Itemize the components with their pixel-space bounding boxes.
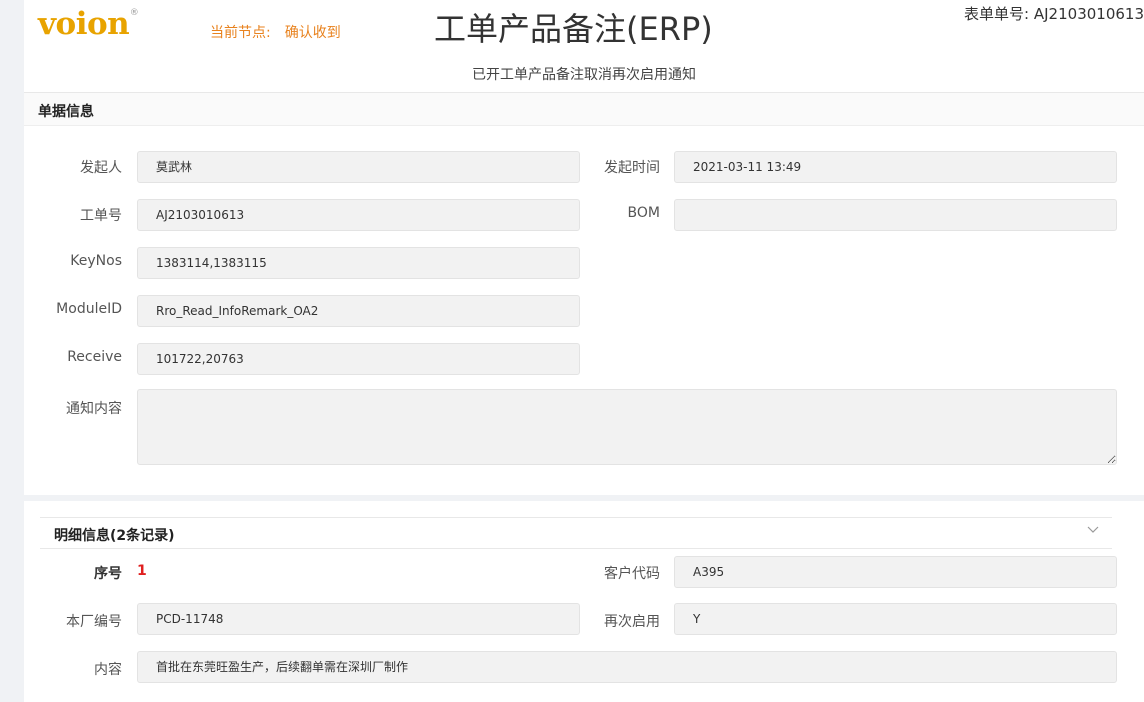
seq-label: 序号 xyxy=(94,566,122,582)
customer-code-field[interactable]: A395 xyxy=(674,556,1117,588)
customer-code-label: 客户代码 xyxy=(604,566,660,582)
chevron-down-icon[interactable] xyxy=(1086,522,1100,540)
page-subtitle: 已开工单产品备注取消再次启用通知 xyxy=(472,67,696,83)
module-id-label: ModuleID xyxy=(56,301,122,317)
initiator-field[interactable]: 莫武林 xyxy=(137,151,580,183)
initiate-time-label: 发起时间 xyxy=(604,160,660,176)
form-number-label: 表单单号: xyxy=(964,5,1030,23)
bom-label: BOM xyxy=(627,205,660,221)
factory-no-field[interactable]: PCD-11748 xyxy=(137,603,580,635)
factory-no-label: 本厂编号 xyxy=(66,614,122,630)
initiator-label: 发起人 xyxy=(80,160,122,176)
form-number: 表单单号: AJ2103010613 xyxy=(964,3,1144,24)
voion-logo: voion ® xyxy=(38,6,139,42)
notice-content-textarea[interactable] xyxy=(137,389,1117,465)
content-label: 内容 xyxy=(94,662,122,678)
doc-info-section-title: 单据信息 xyxy=(38,104,94,120)
initiate-time-field[interactable]: 2021-03-11 13:49 xyxy=(674,151,1117,183)
work-order-field[interactable]: AJ2103010613 xyxy=(137,199,580,231)
page-title: 工单产品备注(ERP) xyxy=(434,10,713,48)
doc-info-section-header: 单据信息 xyxy=(24,92,1144,126)
current-node-label: 当前节点: xyxy=(210,25,271,41)
current-node: 当前节点: 确认收到 xyxy=(210,22,341,42)
work-order-label: 工单号 xyxy=(80,208,122,224)
form-page: voion ® 当前节点: 确认收到 工单产品备注(ERP) 表单单号: AJ21… xyxy=(24,0,1144,702)
module-id-field[interactable]: Rro_Read_InfoRemark_OA2 xyxy=(137,295,580,327)
logo-text: voion xyxy=(38,6,130,42)
receive-label: Receive xyxy=(67,349,122,365)
keynos-label: KeyNos xyxy=(70,253,122,269)
section-divider xyxy=(24,495,1144,501)
reenable-label: 再次启用 xyxy=(604,614,660,630)
receive-field[interactable]: 101722,20763 xyxy=(137,343,580,375)
logo-registered-mark: ® xyxy=(129,8,139,18)
details-section-header[interactable]: 明细信息(2条记录) xyxy=(40,517,1112,549)
bom-field[interactable] xyxy=(674,199,1117,231)
seq-value: 1 xyxy=(137,563,147,579)
current-node-value: 确认收到 xyxy=(284,25,341,41)
notice-content-label: 通知内容 xyxy=(66,401,122,417)
reenable-field[interactable]: Y xyxy=(674,603,1117,635)
keynos-field[interactable]: 1383114,1383115 xyxy=(137,247,580,279)
form-number-value: AJ2103010613 xyxy=(1033,5,1144,23)
details-section-title: 明细信息(2条记录) xyxy=(54,528,175,544)
content-field[interactable]: 首批在东莞旺盈生产，后续翻单需在深圳厂制作 xyxy=(137,651,1117,683)
